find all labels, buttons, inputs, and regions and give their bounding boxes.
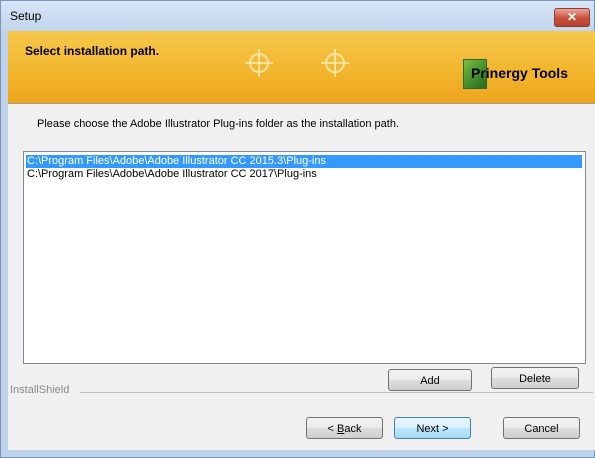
back-prefix: < [327,423,337,435]
setup-window: Setup ✕ Select installation path. Priner… [0,0,595,458]
window-title: Setup [10,9,42,23]
product-logo: Prinergy Tools [457,56,595,94]
header-banner: Select installation path. Prinergy Tools [8,31,595,103]
cancel-button[interactable]: Cancel [503,417,580,439]
instruction-text: Please choose the Adobe Illustrator Plug… [37,118,400,130]
delete-button[interactable]: Delete [491,367,579,389]
dialog-client: Select installation path. Prinergy Tools… [8,31,595,450]
crosshair-decoration-icon [245,49,273,77]
close-button[interactable]: ✕ [554,8,590,27]
path-listbox[interactable]: C:\Program Files\Adobe\Adobe Illustrator… [23,151,586,364]
path-list-item[interactable]: C:\Program Files\Adobe\Adobe Illustrator… [26,155,582,168]
crosshair-decoration-icon [321,49,349,77]
installshield-label: InstallShield [10,384,70,396]
back-button[interactable]: < Back [306,417,383,439]
banner-divider [8,103,595,104]
footer-divider [80,392,593,393]
banner-title: Select installation path. [25,44,160,58]
next-button[interactable]: Next > [394,417,471,439]
path-list-item[interactable]: C:\Program Files\Adobe\Adobe Illustrator… [26,168,582,181]
title-bar[interactable]: Setup ✕ [1,1,594,31]
close-icon: ✕ [566,10,578,24]
logo-text: Prinergy Tools [471,65,568,81]
back-rest: ack [344,423,362,435]
add-button[interactable]: Add [388,369,472,391]
